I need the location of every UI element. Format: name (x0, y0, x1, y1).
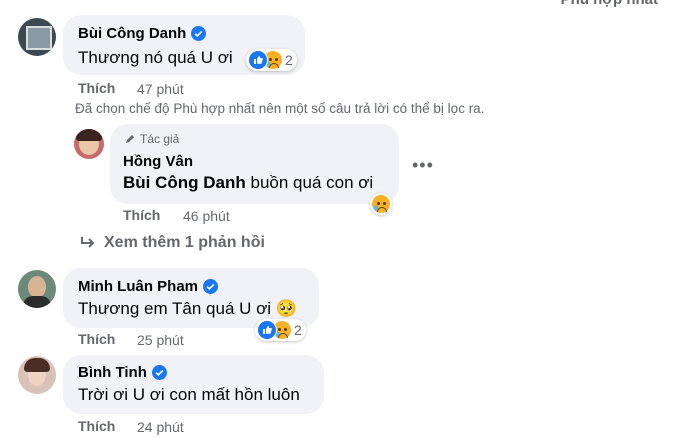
reaction-count: 2 (285, 52, 293, 68)
pen-icon (126, 135, 134, 143)
like-icon (257, 320, 277, 340)
reply-time[interactable]: 46 phút (183, 208, 230, 224)
verified-icon (191, 26, 207, 41)
like-button[interactable]: Thích (78, 418, 115, 434)
like-button[interactable]: Thích (123, 207, 160, 223)
like-button[interactable]: Thích (78, 331, 115, 347)
filter-notice: Đã chọn chế độ Phù hợp nhất nên một số c… (75, 101, 485, 116)
comment-time[interactable]: 24 phút (137, 419, 184, 435)
reaction-summary[interactable]: 2 (246, 49, 297, 71)
sad-icon (372, 195, 390, 213)
like-icon (248, 50, 268, 70)
comment-author[interactable]: Bùi Công Danh (78, 25, 207, 42)
reaction-count: 2 (294, 322, 302, 338)
comment-text: Thương em Tân quá U ơi 🥺 (78, 299, 297, 318)
author-badge: Tác giả (124, 132, 179, 146)
comment-author[interactable]: Minh Luân Pham (78, 278, 218, 295)
mention-link[interactable]: Bùi Công Danh (123, 173, 246, 192)
avatar[interactable] (18, 270, 56, 308)
avatar[interactable] (18, 356, 56, 394)
verified-icon (203, 279, 218, 294)
verified-icon (151, 365, 167, 380)
comment-author[interactable]: Bình Tinh (78, 364, 167, 381)
comment-text: Trời ơi U ơi con mất hồn luôn (78, 385, 300, 404)
sort-selector[interactable]: Phù hợp nhất (561, 0, 658, 8)
avatar[interactable] (74, 129, 104, 159)
reply-text: Bùi Công Danh buồn quá con ơi (123, 173, 374, 192)
reply-arrow-icon (81, 237, 95, 248)
comment-time[interactable]: 25 phút (137, 332, 184, 348)
avatar[interactable] (18, 18, 56, 56)
more-options-icon[interactable]: ••• (412, 155, 434, 176)
reply-author[interactable]: Hồng Vân (123, 153, 193, 170)
comment-time[interactable]: 47 phút (137, 81, 184, 97)
comment-text: Thương nó quá U ơi (78, 48, 233, 67)
view-more-replies[interactable]: Xem thêm 1 phản hồi (80, 234, 265, 252)
like-button[interactable]: Thích (78, 80, 115, 96)
reaction-summary[interactable]: 2 (255, 319, 306, 341)
reaction-summary[interactable] (370, 193, 392, 215)
